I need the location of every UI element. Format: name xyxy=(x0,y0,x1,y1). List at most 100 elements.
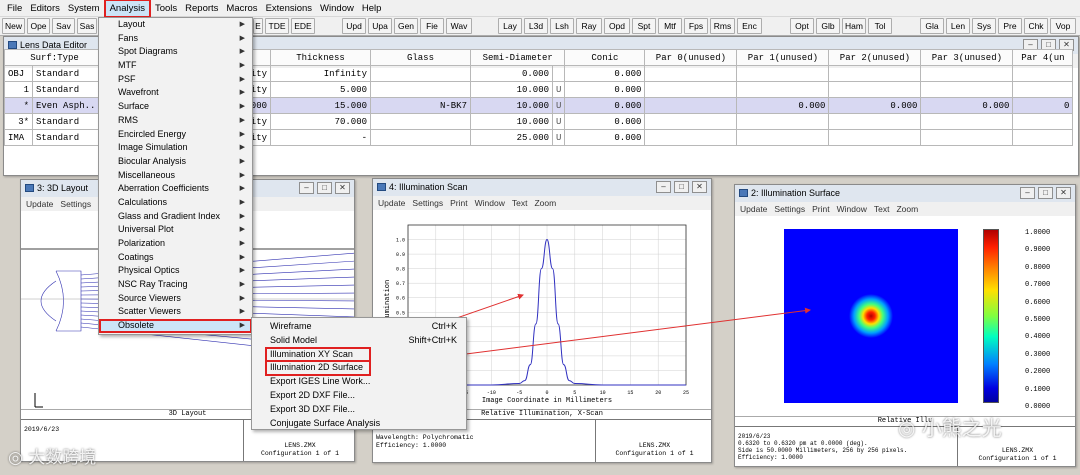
surface-type[interactable]: Standard xyxy=(32,113,105,130)
menu-item-biocular-analysis[interactable]: Biocular Analysis ▶ xyxy=(99,155,252,169)
par-cell[interactable] xyxy=(920,113,1014,130)
menu-item-aberration-coefficients[interactable]: Aberration Coefficients ▶ xyxy=(99,182,252,196)
conic-cell[interactable]: 0.000 xyxy=(564,129,646,146)
menu-analysis[interactable]: Analysis xyxy=(103,0,151,18)
menu-tools[interactable]: Tools xyxy=(151,1,181,16)
par-cell[interactable]: 0.000 xyxy=(828,97,922,114)
close-icon[interactable]: ✕ xyxy=(335,182,350,194)
toolbar-button-opd[interactable]: Opd xyxy=(604,18,630,34)
surface-number[interactable]: 3* xyxy=(4,113,33,130)
menu-item-coatings[interactable]: Coatings ▶ xyxy=(99,251,252,265)
par-cell[interactable] xyxy=(644,129,738,146)
menu-item-nsc-ray-tracing[interactable]: NSC Ray Tracing ▶ xyxy=(99,278,252,292)
menu-help[interactable]: Help xyxy=(358,1,386,16)
scan-menu-update[interactable]: Update xyxy=(378,196,405,210)
toolbar-button-glb[interactable]: Glb xyxy=(816,18,840,34)
menu-macros[interactable]: Macros xyxy=(222,1,261,16)
minimize-icon[interactable]: – xyxy=(299,182,314,194)
scan-menu-text[interactable]: Text xyxy=(512,196,528,210)
surface-menu-window[interactable]: Window xyxy=(837,202,867,216)
thickness-cell[interactable]: 15.000 xyxy=(270,97,371,114)
semi-diameter-cell[interactable]: 10.000 xyxy=(470,81,553,98)
menu-item-export-iges[interactable]: Export IGES Line Work... xyxy=(252,375,466,389)
toolbar-button-save-as[interactable]: Sas xyxy=(77,18,97,34)
menu-item-mtf[interactable]: MTF ▶ xyxy=(99,59,252,73)
menu-item-export-3d-dxf[interactable]: Export 3D DXF File... xyxy=(252,403,466,417)
surface-number[interactable]: 1 xyxy=(4,81,33,98)
minimize-icon[interactable]: – xyxy=(1020,187,1035,199)
par-cell[interactable] xyxy=(828,65,922,82)
par-cell[interactable] xyxy=(736,113,830,130)
par-cell[interactable] xyxy=(828,81,922,98)
par-cell[interactable] xyxy=(828,113,922,130)
solve-flag[interactable]: U xyxy=(551,129,566,146)
conic-cell[interactable]: 0.000 xyxy=(564,81,646,98)
par-cell[interactable] xyxy=(644,81,738,98)
toolbar-button-open[interactable]: Ope xyxy=(27,18,50,34)
surface-number[interactable]: * xyxy=(4,97,33,114)
toolbar-button-mtf[interactable]: Mtf xyxy=(658,18,682,34)
menu-file[interactable]: File xyxy=(3,1,26,16)
par-cell[interactable] xyxy=(644,65,738,82)
par-cell[interactable]: 0.000 xyxy=(736,97,830,114)
par-cell[interactable] xyxy=(644,97,738,114)
toolbar-button-gen[interactable]: Gen xyxy=(394,18,418,34)
menu-item-wireframe[interactable]: Wireframe Ctrl+K xyxy=(252,320,466,334)
menu-item-miscellaneous[interactable]: Miscellaneous ▶ xyxy=(99,169,252,183)
layout-menu-settings[interactable]: Settings xyxy=(60,197,91,211)
close-icon[interactable]: ✕ xyxy=(1056,187,1071,199)
semi-diameter-cell[interactable]: 10.000 xyxy=(470,113,553,130)
column-header[interactable]: Par 1(unused) xyxy=(736,49,830,66)
menu-system[interactable]: System xyxy=(64,1,104,16)
scan-menu-window[interactable]: Window xyxy=(475,196,505,210)
par-cell[interactable] xyxy=(920,65,1014,82)
menu-item-calculations[interactable]: Calculations ▶ xyxy=(99,196,252,210)
toolbar-button-ede[interactable]: EDE xyxy=(291,18,315,34)
toolbar-button-rms[interactable]: Rms xyxy=(710,18,735,34)
maximize-icon[interactable]: □ xyxy=(674,181,689,193)
close-icon[interactable]: ✕ xyxy=(692,181,707,193)
toolbar-button-upd[interactable]: Upd xyxy=(342,18,366,34)
surface-menu-print[interactable]: Print xyxy=(812,202,829,216)
par-cell[interactable] xyxy=(736,81,830,98)
toolbar-button-lay[interactable]: Lay xyxy=(498,18,522,34)
menu-item-solid-model[interactable]: Solid Model Shift+Ctrl+K xyxy=(252,334,466,348)
maximize-icon[interactable]: □ xyxy=(1038,187,1053,199)
semi-diameter-cell[interactable]: 25.000 xyxy=(470,129,553,146)
toolbar-button-ham[interactable]: Ham xyxy=(842,18,866,34)
semi-diameter-cell[interactable]: 10.000 xyxy=(470,97,553,114)
minimize-icon[interactable]: – xyxy=(656,181,671,193)
maximize-icon[interactable]: □ xyxy=(317,182,332,194)
toolbar-button-pre[interactable]: Pre xyxy=(998,18,1022,34)
toolbar-button-e[interactable]: E xyxy=(253,18,263,34)
menu-reports[interactable]: Reports xyxy=(181,1,222,16)
toolbar-button-vop[interactable]: Vop xyxy=(1050,18,1076,34)
toolbar-button-opt[interactable]: Opt xyxy=(790,18,814,34)
conic-cell[interactable]: 0.000 xyxy=(564,113,646,130)
toolbar-button-chk[interactable]: Chk xyxy=(1024,18,1048,34)
toolbar-button-new[interactable]: New xyxy=(2,18,25,34)
par-cell[interactable] xyxy=(736,65,830,82)
menu-editors[interactable]: Editors xyxy=(26,1,64,16)
toolbar-button-save[interactable]: Sav xyxy=(52,18,75,34)
par-cell[interactable]: 0 xyxy=(1012,97,1074,114)
glass-cell[interactable] xyxy=(370,81,471,98)
glass-cell[interactable]: N-BK7 xyxy=(370,97,471,114)
solve-flag[interactable]: U xyxy=(551,81,566,98)
column-header[interactable]: Par 0(unused) xyxy=(644,49,738,66)
menu-item-psf[interactable]: PSF ▶ xyxy=(99,73,252,87)
toolbar-button-upa[interactable]: Upa xyxy=(368,18,392,34)
menu-extensions[interactable]: Extensions xyxy=(262,1,316,16)
surface-type[interactable]: Standard xyxy=(32,129,105,146)
surface-number[interactable]: OBJ xyxy=(4,65,33,82)
toolbar-button-l3d[interactable]: L3d xyxy=(524,18,548,34)
glass-cell[interactable] xyxy=(370,113,471,130)
surface-type[interactable]: Even Asph.. xyxy=(32,97,105,114)
column-header[interactable]: Par 3(unused) xyxy=(920,49,1014,66)
column-header[interactable]: Par 2(unused) xyxy=(828,49,922,66)
scan-menu-settings[interactable]: Settings xyxy=(412,196,443,210)
glass-cell[interactable] xyxy=(370,65,471,82)
surface-menu-zoom[interactable]: Zoom xyxy=(896,202,918,216)
surface-type[interactable]: Standard xyxy=(32,65,105,82)
menu-item-wavefront[interactable]: Wavefront ▶ xyxy=(99,86,252,100)
